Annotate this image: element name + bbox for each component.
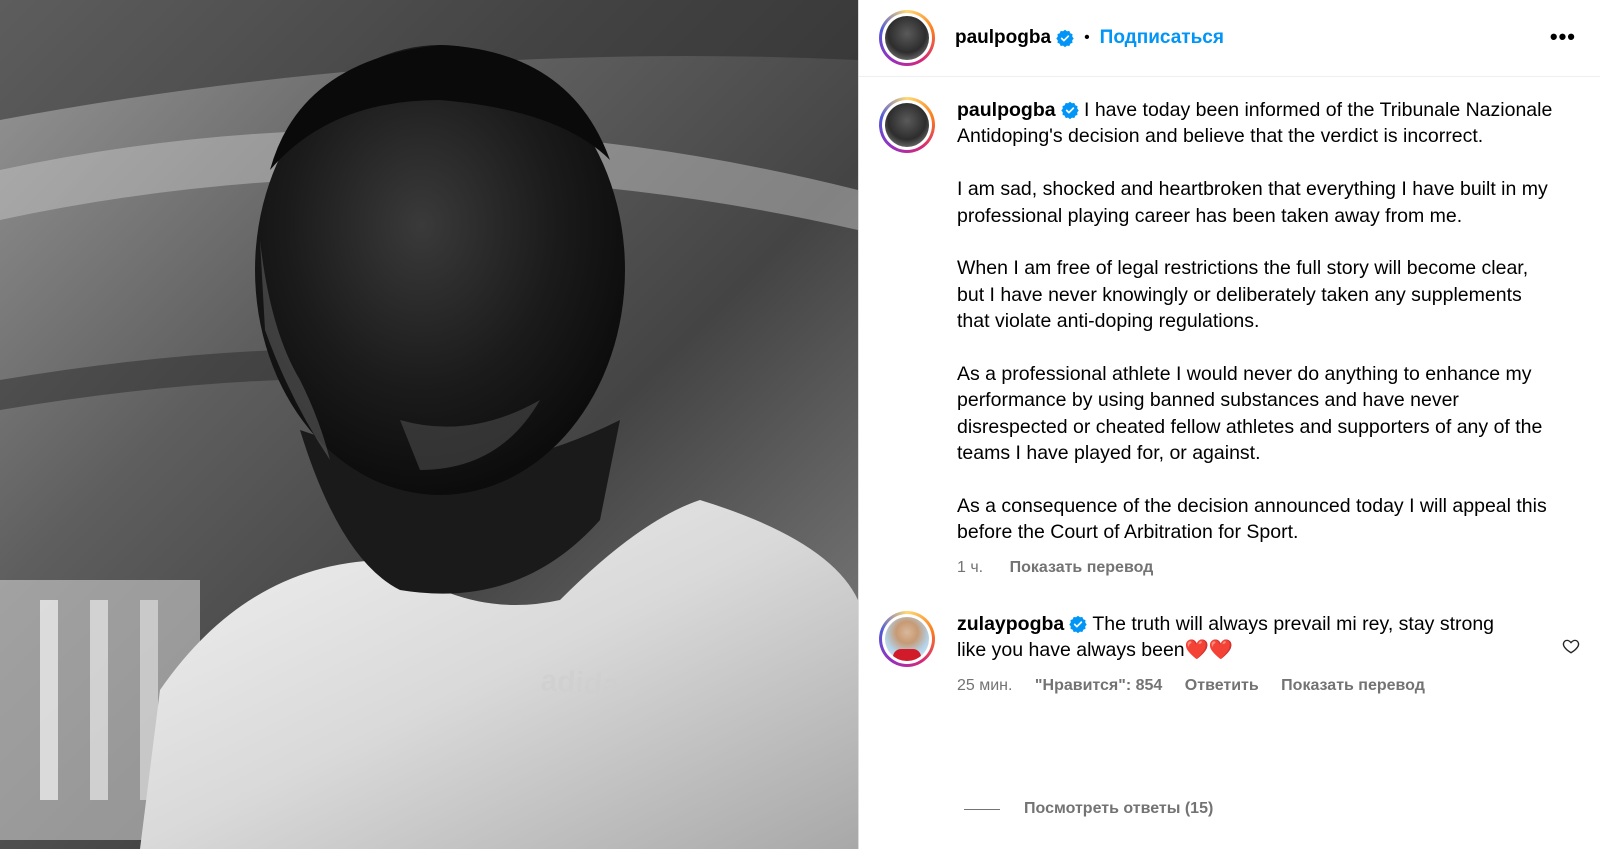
post-photo[interactable]: adidas [0, 0, 858, 849]
comment-timestamp[interactable]: 25 мин. [957, 677, 1012, 694]
post-caption: paulpogba I have today been informed of … [859, 77, 1600, 577]
comment-like-heart-icon[interactable] [1562, 637, 1580, 655]
commenter-avatar[interactable] [879, 610, 935, 667]
commenter-username[interactable]: zulaypogba [957, 613, 1064, 635]
comment-meta: 25 мин. "Нравится": 854 Ответить Показат… [957, 677, 1527, 695]
instagram-post-window: adidas paulpogba • Подписаться ••• paulp… [0, 0, 1600, 849]
post-side-panel: paulpogba • Подписаться ••• paulpogba I … [858, 0, 1600, 849]
caption-author-avatar[interactable] [879, 97, 935, 153]
post-header: paulpogba • Подписаться ••• [859, 0, 1600, 77]
view-replies-button[interactable]: Посмотреть ответы (15) [964, 800, 1213, 818]
comment-likes-count[interactable]: "Нравится": 854 [1035, 677, 1162, 694]
caption-timestamp[interactable]: 1 ч. [957, 559, 983, 576]
more-options-icon[interactable]: ••• [1550, 24, 1576, 50]
caption-username[interactable]: paulpogba [957, 99, 1056, 121]
comment-item: zulaypogba The truth will always prevail… [859, 577, 1600, 695]
comment-text: zulaypogba The truth will always prevail… [957, 611, 1527, 664]
heart-emoji: ❤️❤️ [1184, 639, 1234, 662]
replies-divider-line [964, 808, 1000, 810]
caption-verified-badge-icon [1060, 101, 1079, 119]
caption-meta: 1 ч. Показать перевод [957, 559, 1557, 577]
header-username[interactable]: paulpogba [955, 27, 1051, 49]
follow-button[interactable]: Подписаться [1100, 27, 1224, 49]
view-replies-label[interactable]: Посмотреть ответы (15) [1024, 800, 1213, 818]
caption-translate-button[interactable]: Показать перевод [1010, 559, 1154, 576]
caption-paragraph: I am sad, shocked and heartbroken that e… [957, 178, 1548, 227]
caption-paragraph: When I am free of legal restrictions the… [957, 257, 1529, 333]
caption-paragraph: As a consequence of the decision announc… [957, 495, 1547, 544]
header-separator: • [1084, 29, 1090, 46]
caption-paragraph: As a professional athlete I would never … [957, 363, 1543, 465]
post-photo-illustration: adidas [0, 0, 858, 849]
commenter-verified-badge-icon [1069, 615, 1087, 633]
caption-text: paulpogba I have today been informed of … [957, 97, 1557, 546]
verified-badge-icon [1056, 29, 1074, 47]
shirt-logo: adidas [540, 664, 637, 704]
comment-reply-button[interactable]: Ответить [1185, 677, 1259, 694]
author-avatar[interactable] [879, 10, 935, 66]
comment-translate-button[interactable]: Показать перевод [1281, 677, 1425, 694]
